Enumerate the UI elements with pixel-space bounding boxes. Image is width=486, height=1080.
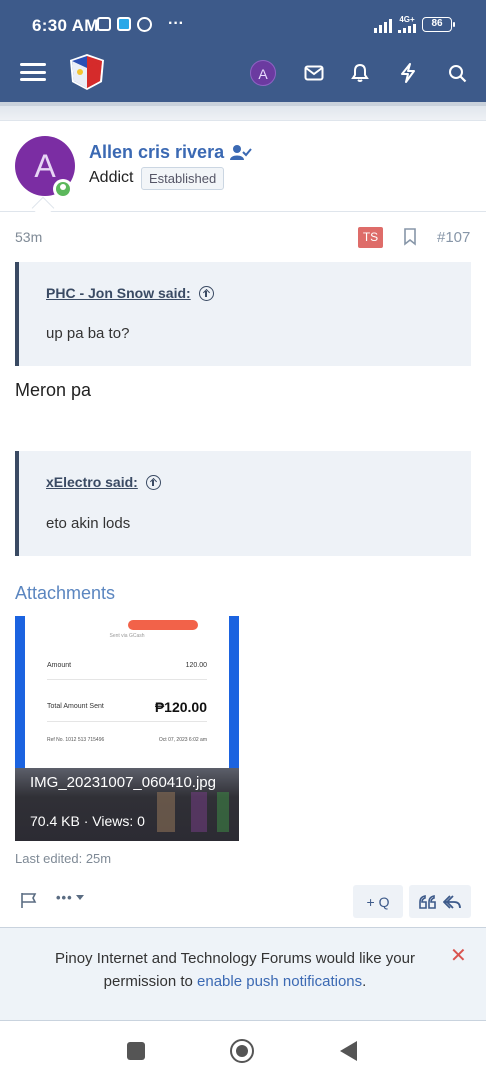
back-button[interactable] (340, 1041, 357, 1061)
post-number[interactable]: #107 (437, 229, 470, 246)
enable-push-link[interactable]: enable push notifications (197, 973, 362, 990)
messenger-icon (137, 17, 152, 32)
bell-icon[interactable] (347, 60, 373, 86)
bookmark-icon[interactable] (403, 228, 417, 246)
site-header: A (0, 52, 486, 102)
recent-apps-button[interactable] (127, 1042, 145, 1060)
quote-block: PHC - Jon Snow said: up pa ba to? (15, 262, 471, 366)
app-notification-icon (117, 17, 131, 31)
multi-quote-button[interactable]: + Q (353, 885, 403, 918)
attachments-heading: Attachments (15, 583, 116, 603)
signal-icon (374, 17, 392, 33)
receipt-amount-row: Amount 120.00 (47, 662, 207, 680)
receipt-image: Sent via GCash Amount 120.00 Total Amoun… (15, 616, 239, 786)
notification-icons: ··· (97, 15, 184, 32)
thread-starter-badge: TS (358, 227, 383, 248)
author-name[interactable]: Allen cris rivera (89, 142, 224, 163)
quote-reply-button[interactable] (409, 885, 471, 918)
attachment-meta: 70.4 KB · Views: 0 (30, 813, 145, 829)
receipt-total-row: Total Amount Sent ₱120.00 (47, 692, 207, 722)
more-notifications-icon: ··· (168, 15, 184, 32)
status-time: 6:30 AM (32, 16, 99, 35)
quote-text: up pa ba to? (46, 325, 130, 342)
menu-icon[interactable] (20, 60, 46, 84)
blur-shape (217, 792, 229, 832)
site-logo[interactable] (66, 52, 108, 92)
redacted-mark (128, 620, 198, 630)
system-nav-bar (0, 1021, 486, 1080)
blur-shape (191, 792, 207, 832)
last-edited: Last edited: 25m (15, 851, 112, 866)
receipt-sent-via: Sent via GCash (109, 633, 145, 639)
chevron-down-icon (75, 895, 84, 900)
verified-user-icon (230, 145, 252, 160)
more-options-button[interactable]: ••• (56, 890, 84, 905)
post-user-block: A Allen cris rivera Addict Established (0, 120, 486, 212)
home-button[interactable] (230, 1039, 254, 1063)
user-badge: Established (141, 167, 225, 190)
push-notification-notice: Pinoy Internet and Technology Forums wou… (0, 927, 486, 1021)
system-icons: 4G+ 86 (374, 16, 455, 33)
reply-icon (443, 894, 461, 909)
network-type: 4G+ (398, 16, 416, 33)
close-icon[interactable]: ✕ (450, 946, 467, 966)
bolt-icon[interactable] (395, 60, 421, 86)
user-title: Addict (89, 169, 134, 186)
report-flag-icon[interactable] (20, 892, 38, 908)
header-divider (0, 102, 486, 106)
attachment-thumbnail[interactable]: Sent via GCash Amount 120.00 Total Amoun… (15, 616, 239, 841)
receipt-ref-row: Ref No. 1012 513 715496 Oct 07, 2023 6:0… (47, 737, 207, 743)
quote-author[interactable]: xElectro said: (46, 474, 161, 490)
quote-text: eto akin lods (46, 515, 131, 532)
attachment-filename: IMG_20231007_060410.jpg (30, 774, 216, 791)
battery-icon: 86 (422, 17, 455, 32)
post-author[interactable]: Allen cris rivera (89, 142, 252, 163)
notice-text: Pinoy Internet and Technology Forums wou… (55, 950, 415, 990)
post-message: Meron pa (15, 380, 92, 400)
online-status-icon (53, 179, 73, 199)
inbox-icon[interactable] (301, 60, 327, 86)
quote-block: xElectro said: eto akin lods (15, 451, 471, 556)
quote-author[interactable]: PHC - Jon Snow said: (46, 285, 214, 301)
post-time[interactable]: 53m (15, 229, 42, 245)
search-icon[interactable] (444, 60, 470, 86)
signal-icon-2 (398, 24, 416, 33)
go-to-quote-icon[interactable] (198, 285, 214, 301)
status-bar: 6:30 AM ··· 4G+ 86 (0, 0, 486, 52)
header-avatar[interactable]: A (250, 60, 276, 86)
document-icon (97, 17, 111, 31)
quote-icon (419, 894, 436, 909)
blur-shape (157, 792, 175, 832)
go-to-quote-icon[interactable] (145, 474, 161, 490)
